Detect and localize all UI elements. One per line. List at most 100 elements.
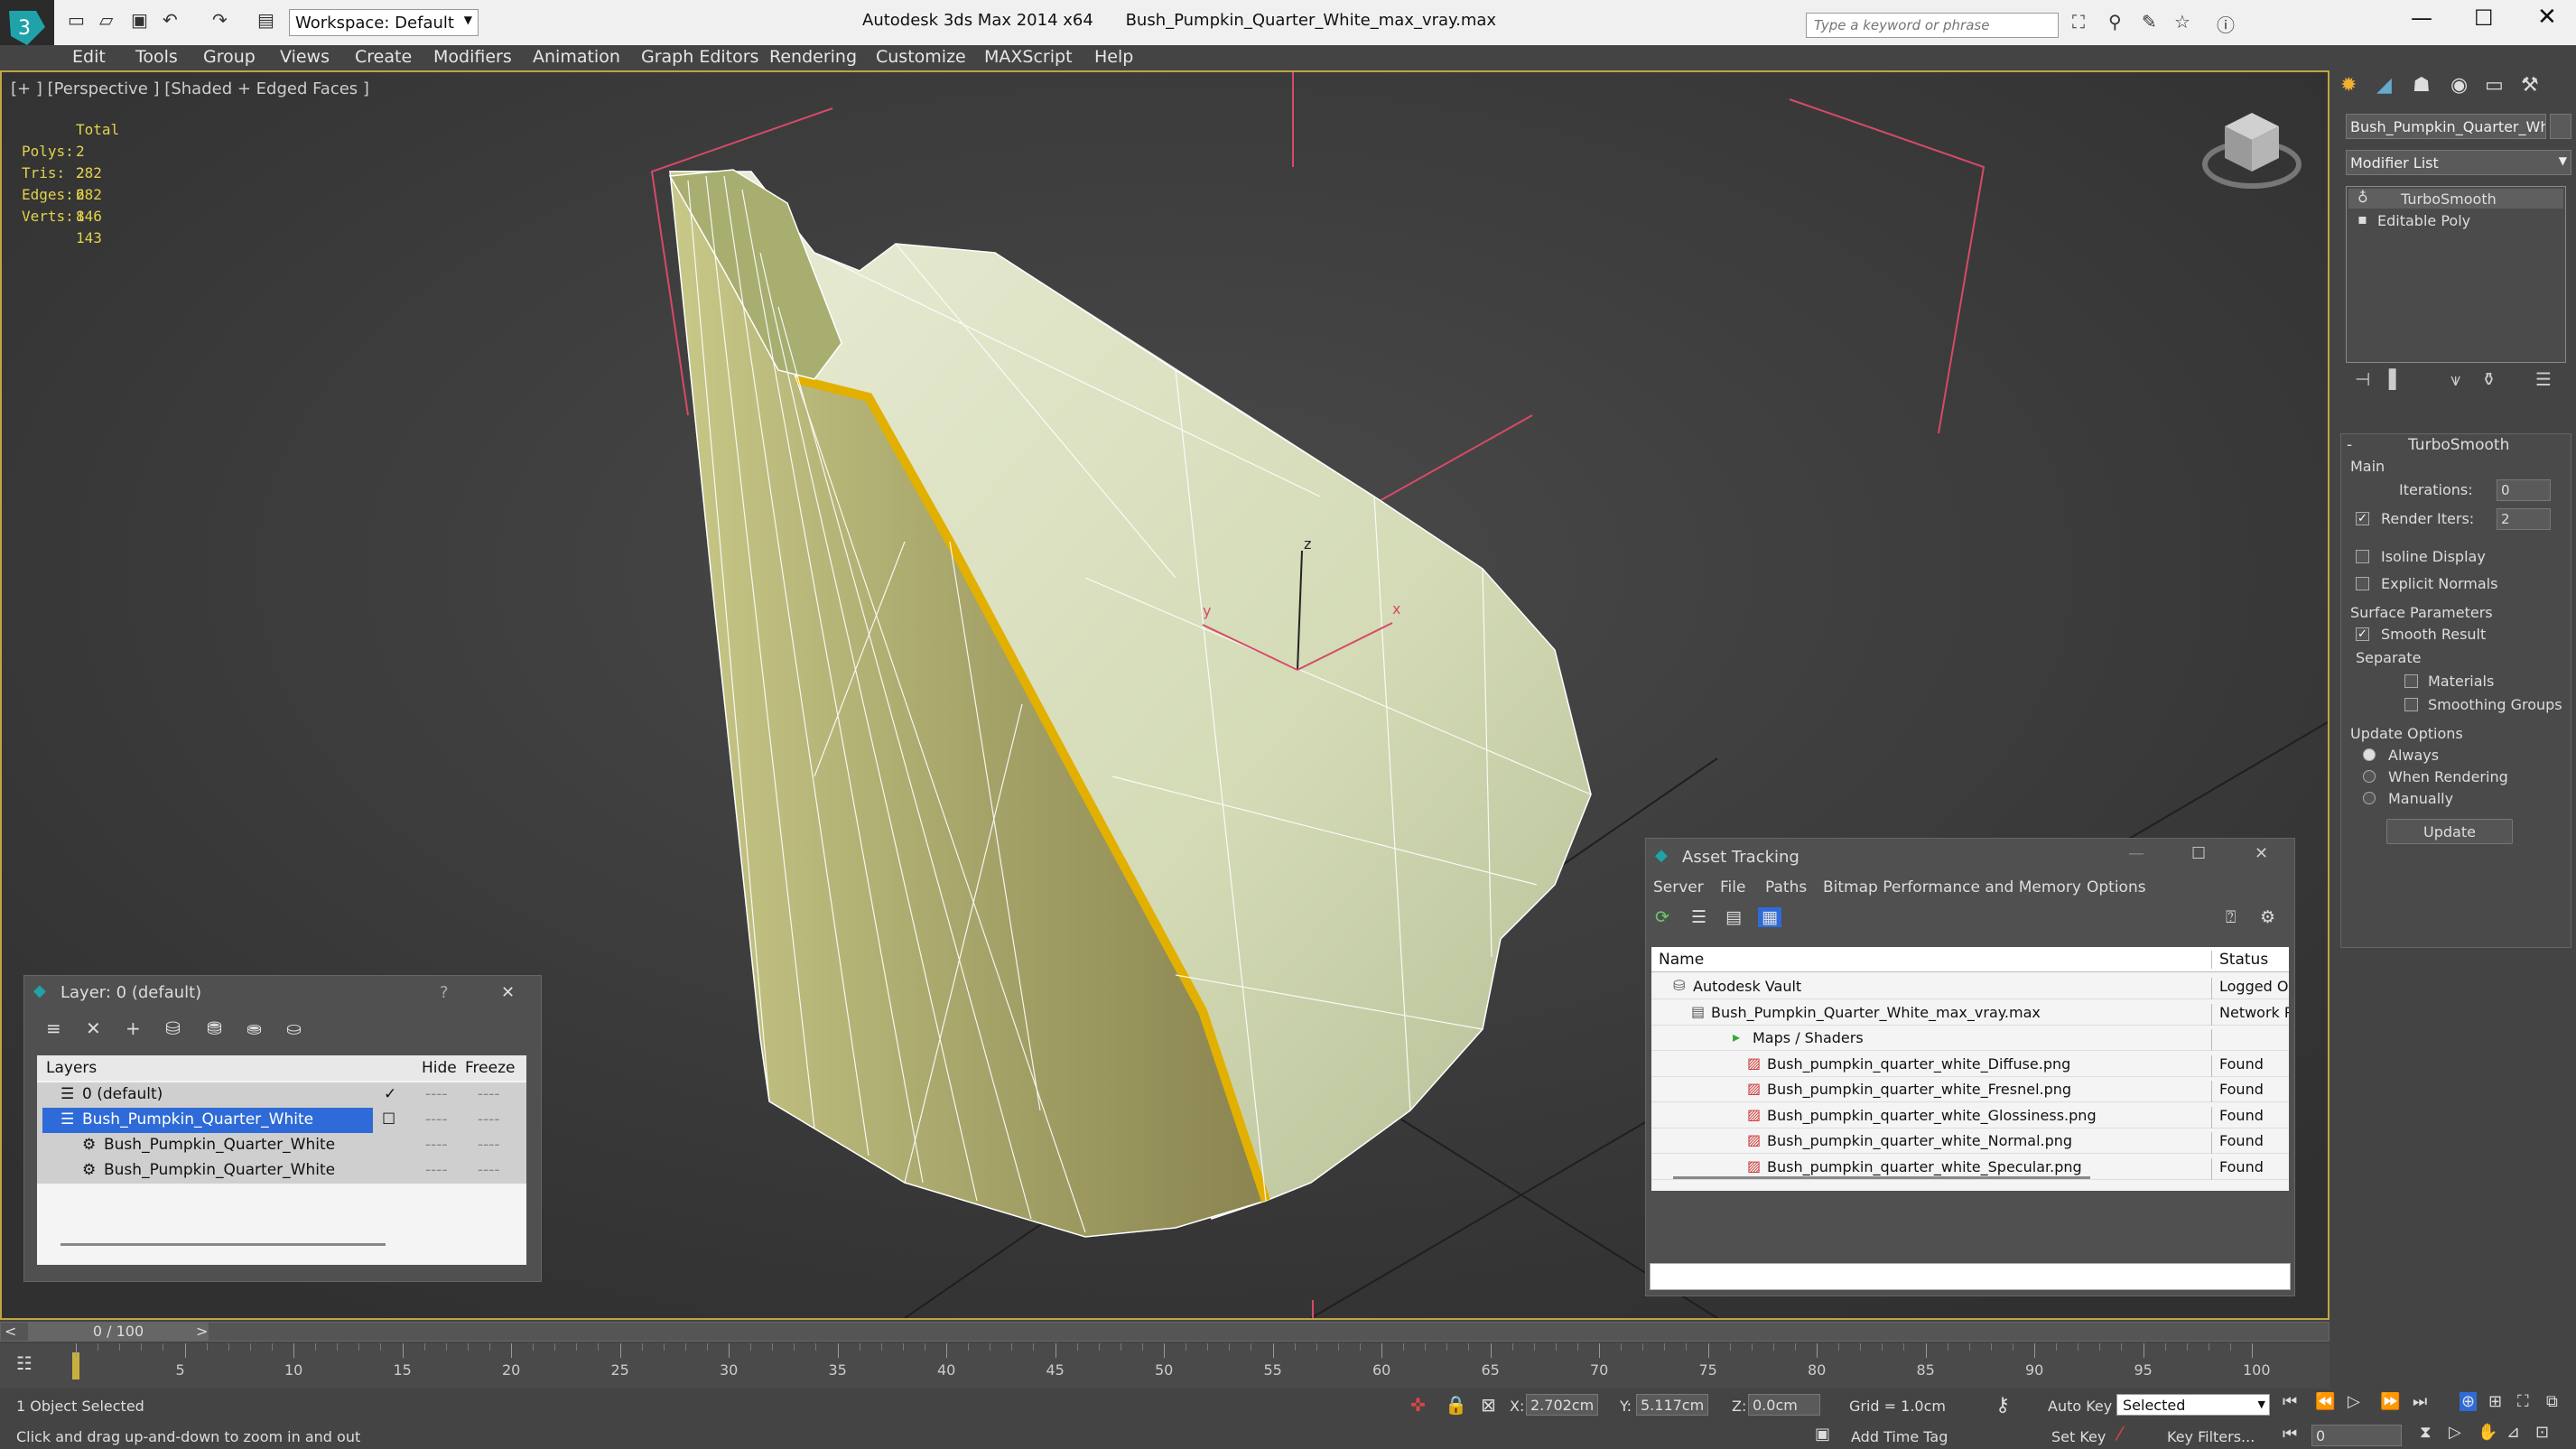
table-row[interactable]: ⛁ Autodesk Vault Logged O — [1651, 974, 2289, 999]
remove-modifier-icon[interactable]: ⚱ — [2481, 368, 2497, 390]
menu-customize[interactable]: Customize — [876, 47, 966, 67]
maximize-viewport-icon[interactable]: ⧉ — [2546, 1392, 2558, 1411]
list-item[interactable]: ⚙ Bush_Pumpkin_Quarter_White ---- ---- — [37, 1133, 526, 1158]
isoline-checkbox[interactable] — [2356, 550, 2369, 563]
table-row[interactable]: ▨ Bush_pumpkin_quarter_white_Fresnel.png F… — [1651, 1077, 2289, 1102]
vault-help-icon[interactable]: ⍰ — [2226, 907, 2236, 927]
menu-tools[interactable]: Tools — [135, 47, 178, 67]
add-time-tag[interactable]: Add Time Tag — [1851, 1428, 1948, 1445]
menu-edit[interactable]: Edit — [72, 47, 106, 67]
field-of-view-icon[interactable]: ⊿ — [2506, 1423, 2520, 1442]
menu-animation[interactable]: Animation — [533, 47, 620, 67]
asset-menu-file[interactable]: File — [1720, 878, 1745, 896]
expand-icon[interactable]: ▪ — [2357, 210, 2367, 228]
hide-dash[interactable]: ---- — [425, 1136, 448, 1154]
vault-settings-icon[interactable]: ⚙ — [2260, 907, 2275, 927]
col-hide[interactable]: Hide — [422, 1059, 457, 1077]
render-iters-spinner[interactable]: 2 — [2497, 508, 2551, 530]
asset-maximize-button[interactable]: ☐ — [2191, 844, 2206, 863]
undo-icon[interactable]: ↶ — [163, 9, 178, 31]
table-row[interactable]: ▨ Bush_pumpkin_quarter_white_Normal.png Fo… — [1651, 1129, 2289, 1154]
list-item[interactable]: ⚙ Bush_Pumpkin_Quarter_White ---- ---- — [37, 1158, 526, 1184]
lock-selection-icon[interactable]: 🔒 — [1445, 1394, 1467, 1416]
table-view-icon[interactable]: ▦ — [1758, 907, 1781, 927]
x-coordinate-field[interactable]: 2.702cm — [1526, 1394, 1598, 1416]
create-tab-icon[interactable]: ✹ — [2340, 74, 2357, 97]
prev-frame-icon[interactable]: < — [5, 1323, 16, 1340]
previous-key-icon[interactable]: ⏪ — [2315, 1392, 2335, 1411]
freeze-all-layers-icon[interactable]: ⛀ — [286, 1017, 302, 1039]
play-icon[interactable]: ▷ — [2348, 1392, 2360, 1411]
current-layer-check-icon[interactable]: ✓ — [384, 1085, 396, 1103]
refresh-icon[interactable]: ⟳ — [1655, 907, 1669, 927]
zoom-extents-icon[interactable]: ⛶ — [2517, 1392, 2529, 1411]
z-coordinate-field[interactable]: 0.0cm — [1748, 1394, 1820, 1416]
go-to-end-icon[interactable]: ⏭ — [2413, 1392, 2427, 1411]
go-to-start-icon[interactable]: ⏮ — [2283, 1392, 2297, 1411]
current-frame-field[interactable]: 0 — [2311, 1425, 2402, 1446]
make-unique-icon[interactable]: ⩛ — [2450, 368, 2460, 390]
delete-layer-icon[interactable]: ✕ — [86, 1017, 101, 1039]
isolate-selection-icon[interactable]: ✜ — [1410, 1394, 1426, 1416]
smoothing-groups-checkbox[interactable] — [2404, 698, 2418, 711]
frame-counter[interactable]: 0 / 100 — [28, 1323, 209, 1341]
asset-menu-bitmap[interactable]: Bitmap Performance and Memory — [1823, 878, 2081, 896]
absolute-mode-icon[interactable]: ⊠ — [1481, 1394, 1496, 1416]
orbit-icon[interactable]: ▷ — [2449, 1423, 2461, 1442]
mini-curve-editor-icon[interactable]: ☷ — [16, 1352, 33, 1374]
asset-menu-paths[interactable]: Paths — [1765, 878, 1807, 896]
col-name[interactable]: Name — [1659, 951, 1704, 969]
close-button[interactable]: ✕ — [2537, 4, 2557, 31]
asset-tracking-titlebar[interactable]: ◆ Asset Tracking — ☐ ✕ — [1646, 839, 2294, 873]
display-tab-icon[interactable]: ▭ — [2485, 74, 2504, 97]
menu-maxscript[interactable]: MAXScript — [984, 47, 1073, 67]
project-folder-icon[interactable]: ▤ — [257, 9, 274, 31]
freeze-dash[interactable]: ---- — [478, 1136, 500, 1154]
utilities-tab-icon[interactable]: ⚒ — [2521, 74, 2539, 97]
table-row[interactable]: ▨ Bush_pumpkin_quarter_white_Glossiness.p… — [1651, 1103, 2289, 1129]
key-filters-button[interactable]: Key Filters... — [2167, 1428, 2255, 1445]
asset-minimize-button[interactable]: — — [2128, 844, 2144, 863]
table-row[interactable]: ▤ Bush_Pumpkin_Quarter_White_max_vray.max… — [1651, 1000, 2289, 1026]
when-rendering-radio[interactable] — [2363, 770, 2376, 783]
explicit-normals-checkbox[interactable] — [2356, 577, 2369, 590]
hide-dash[interactable]: ---- — [425, 1085, 448, 1103]
stack-item-editable-poly[interactable]: ▪ Editable Poly — [2348, 210, 2563, 230]
object-name-field[interactable]: Bush_Pumpkin_Quarter_Whit — [2346, 114, 2546, 139]
menu-graph-editors[interactable]: Graph Editors — [641, 47, 758, 67]
col-layers[interactable]: Layers — [46, 1059, 97, 1077]
time-tag-icon[interactable]: ▣ — [1815, 1425, 1830, 1444]
selection-set-dropdown[interactable]: Selected ▼ — [2116, 1394, 2270, 1416]
save-icon[interactable]: ▣ — [131, 9, 148, 31]
tree-view-icon[interactable]: ▤ — [1725, 907, 1742, 927]
rollout-collapse-icon[interactable]: - — [2347, 436, 2352, 454]
rollout-title[interactable]: TurboSmooth — [2408, 436, 2509, 454]
zoom-icon[interactable]: ⊕ — [2460, 1392, 2478, 1411]
hide-all-layers-icon[interactable]: ⛂ — [246, 1017, 262, 1039]
key-mode-icon[interactable]: ⚷ — [1995, 1394, 2010, 1416]
materials-checkbox[interactable] — [2404, 674, 2418, 688]
modifier-list-dropdown[interactable]: Modifier List ▼ — [2346, 150, 2571, 175]
asset-close-button[interactable]: ✕ — [2255, 844, 2268, 863]
object-color-swatch[interactable] — [2550, 114, 2571, 139]
highlight-layer-icon[interactable]: ⛃ — [207, 1017, 222, 1039]
layer-close-button[interactable]: ✕ — [501, 983, 515, 1002]
workspace-dropdown[interactable]: Workspace: Default ▼ — [289, 9, 479, 36]
menu-modifiers[interactable]: Modifiers — [433, 47, 512, 67]
table-row[interactable]: ▸ Maps / Shaders — [1651, 1026, 2289, 1051]
key-filters-icon[interactable]: ⁄ — [2118, 1423, 2121, 1444]
search-field[interactable] — [1807, 14, 2058, 37]
configure-sets-icon[interactable]: ☰ — [2535, 368, 2552, 390]
table-row[interactable]: ▨ Bush_pumpkin_quarter_white_Diffuse.png F… — [1651, 1052, 2289, 1077]
create-layer-icon[interactable]: ≡ — [46, 1017, 61, 1039]
col-freeze[interactable]: Freeze — [465, 1059, 515, 1077]
new-file-icon[interactable]: ▭ — [68, 9, 85, 31]
hide-dash[interactable]: ---- — [425, 1110, 448, 1129]
asset-path-field[interactable] — [1650, 1263, 2291, 1290]
time-configuration-icon[interactable]: ⏮ — [2283, 1425, 2297, 1444]
y-coordinate-field[interactable]: 5.117cm — [1636, 1394, 1708, 1416]
favorites-icon[interactable]: ☆ — [2174, 11, 2190, 33]
menu-help[interactable]: Help — [1094, 47, 1133, 67]
zoom-all-icon[interactable]: ⊞ — [2488, 1392, 2502, 1411]
walkthrough-icon[interactable]: ⊡ — [2535, 1423, 2549, 1442]
